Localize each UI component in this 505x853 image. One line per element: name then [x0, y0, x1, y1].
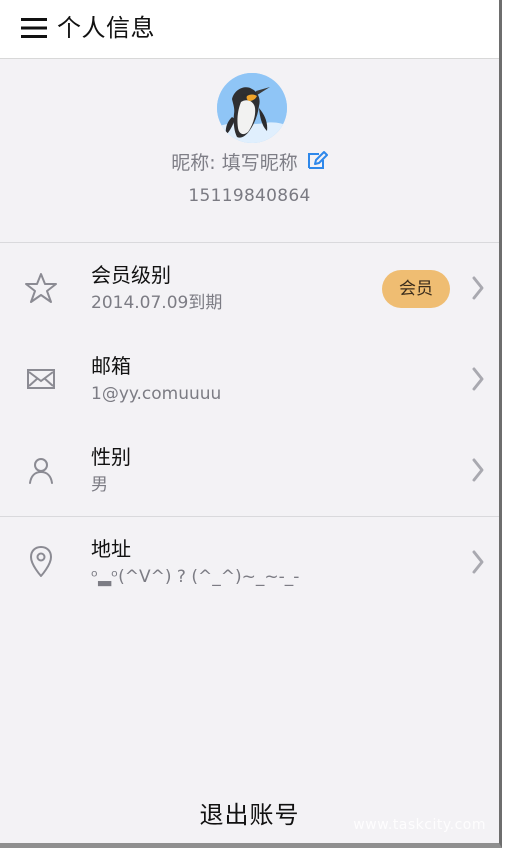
membership-row[interactable]: 会员级别 2014.07.09到期 会员 [0, 243, 499, 335]
chevron-right-icon [469, 365, 487, 393]
page-title: 个人信息 [57, 14, 155, 42]
top-app-bar: 个人信息 [0, 0, 499, 59]
address-row[interactable]: 地址 ᵒ▂ᵒ(^V^) ? (^_^)~_~-_- [0, 517, 499, 608]
membership-title: 会员级别 [91, 263, 171, 287]
gender-value: 男 [91, 475, 108, 495]
penguin-avatar[interactable] [217, 73, 287, 143]
nickname-text: 昵称: 填写昵称 [171, 152, 298, 174]
phone-number: 15119840864 [188, 186, 311, 206]
email-title: 邮箱 [91, 354, 131, 378]
gender-title: 性别 [91, 445, 131, 469]
email-row[interactable]: 邮箱 1@yy.comuuuu [0, 334, 499, 425]
user-icon [24, 453, 58, 487]
gender-row[interactable]: 性别 男 [0, 425, 499, 517]
star-icon [24, 271, 58, 305]
phone-screen: 个人信息 昵称: 填写昵称 15119840864 会员级别 2014.07.0… [0, 0, 502, 848]
chevron-right-icon [469, 548, 487, 576]
address-value: ᵒ▂ᵒ(^V^) ? (^_^)~_~-_- [91, 567, 300, 587]
edit-icon[interactable] [306, 150, 328, 172]
member-badge: 会员 [382, 270, 450, 308]
chevron-right-icon [469, 456, 487, 484]
watermark-text: www.taskcity.com [353, 817, 486, 833]
location-pin-icon [24, 545, 58, 579]
chevron-right-icon [469, 274, 487, 302]
membership-expiry: 2014.07.09到期 [91, 293, 223, 313]
menu-icon[interactable] [21, 16, 47, 40]
email-value: 1@yy.comuuuu [91, 384, 222, 404]
mail-icon [24, 362, 58, 396]
address-title: 地址 [91, 537, 131, 561]
profile-summary: 昵称: 填写昵称 15119840864 [0, 59, 499, 243]
nickname-row[interactable]: 昵称: 填写昵称 [0, 149, 499, 177]
